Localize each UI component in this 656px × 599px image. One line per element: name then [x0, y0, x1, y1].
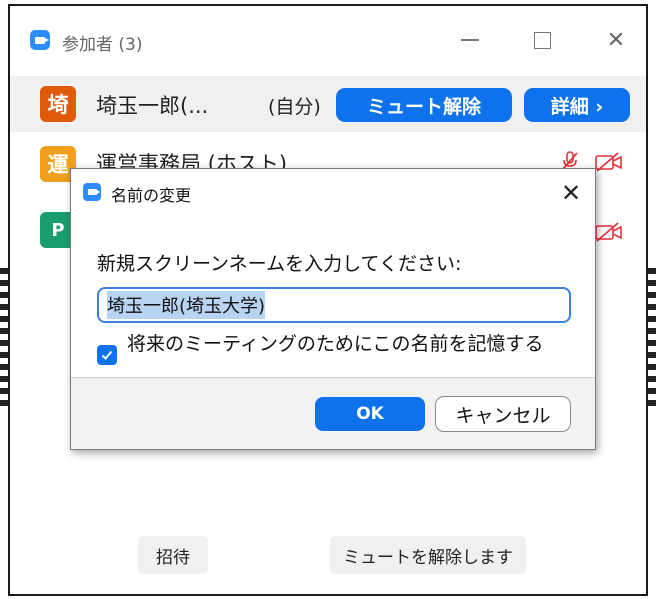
self-tag: (自分): [268, 96, 321, 118]
title-bar: 参加者 (3) ✕: [10, 6, 646, 70]
zoom-app-icon: [30, 30, 50, 50]
close-icon: ✕: [560, 179, 582, 207]
dialog-title-bar: 名前の変更 ✕: [71, 169, 595, 215]
participant-avatar: 埼: [40, 86, 76, 122]
ok-button[interactable]: OK: [315, 397, 425, 431]
unmute-all-button[interactable]: ミュートを解除します: [330, 536, 526, 574]
background-border-right: [648, 268, 656, 408]
window-title: 参加者 (3): [62, 35, 143, 55]
close-button[interactable]: ✕: [596, 20, 636, 60]
video-off-icon: [594, 222, 624, 247]
remember-name-label: 将来のミーティングのためにこの名前を記憶する: [127, 333, 544, 355]
participant-row-self[interactable]: 埼 埼玉一郎(... (自分) ミュート解除 詳細 ›: [10, 76, 646, 132]
dialog-body: 新規スクリーンネームを入力してください: 埼玉一郎(埼玉大学) 将来のミーティン…: [71, 215, 595, 377]
screen-name-value: 埼玉一郎(埼玉大学): [107, 291, 266, 319]
close-icon: ✕: [606, 27, 626, 53]
remember-name-checkbox[interactable]: [97, 345, 117, 365]
participant-name: 埼玉一郎(...: [96, 94, 209, 118]
checkmark-icon: [101, 350, 113, 360]
screen-name-input[interactable]: 埼玉一郎(埼玉大学): [97, 287, 571, 323]
minimize-button[interactable]: [450, 20, 490, 60]
dialog-prompt: 新規スクリーンネームを入力してください:: [97, 253, 462, 275]
dialog-close-button[interactable]: ✕: [557, 179, 585, 207]
dialog-title: 名前の変更: [111, 186, 192, 205]
maximize-icon: [533, 31, 551, 49]
maximize-button[interactable]: [522, 20, 562, 60]
minimize-icon: [461, 39, 479, 41]
details-button[interactable]: 詳細 ›: [524, 88, 630, 122]
background-border-left: [0, 268, 8, 408]
video-off-icon: [594, 152, 624, 177]
dialog-divider: [71, 377, 595, 378]
zoom-app-icon: [83, 183, 101, 201]
unmute-button[interactable]: ミュート解除: [336, 88, 512, 122]
invite-button[interactable]: 招待: [138, 536, 208, 574]
rename-dialog: 名前の変更 ✕ 新規スクリーンネームを入力してください: 埼玉一郎(埼玉大学) …: [70, 168, 596, 450]
cancel-button[interactable]: キャンセル: [435, 396, 571, 432]
